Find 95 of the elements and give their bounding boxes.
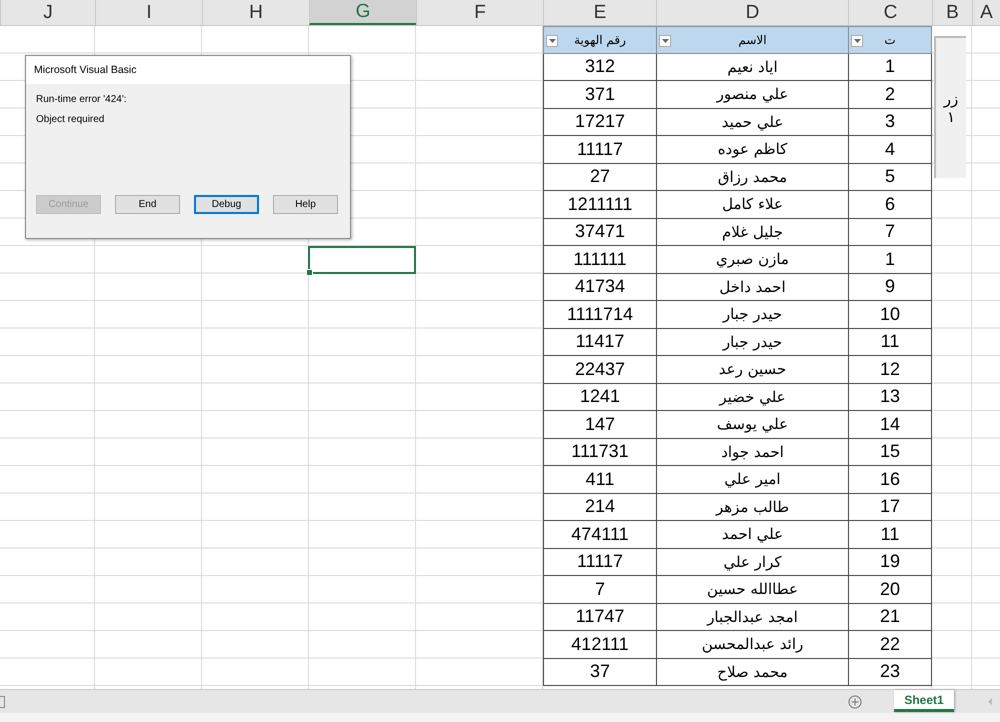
table-cell: حيدر جبار <box>656 328 848 356</box>
table-cell: 16 <box>848 466 932 494</box>
table-cell: 22 <box>848 631 932 658</box>
table-cell: كاظم عوده <box>656 136 848 164</box>
table-cell: 11747 <box>543 604 656 631</box>
table-cell: علي خضير <box>656 384 848 411</box>
table-cell: رائد عبدالمحسن <box>656 631 848 658</box>
table-header-cell: رقم الهوية <box>543 26 656 54</box>
table-cell: محمد رزاق <box>656 164 848 191</box>
dialog-button[interactable]: Help <box>273 195 338 214</box>
column-header[interactable]: D <box>656 0 848 25</box>
column-header[interactable]: J <box>0 0 95 25</box>
table-cell: كرار علي <box>656 548 848 576</box>
table-cell: 11117 <box>543 136 656 164</box>
table-cell: مازن صبري <box>656 246 848 274</box>
table-cell: علي احمد <box>656 521 848 548</box>
table-cell: علي يوسف <box>656 411 848 438</box>
table-cell: 7 <box>848 218 932 246</box>
filter-dropdown-icon[interactable] <box>659 35 671 47</box>
table-cell: 1211111 <box>543 191 656 218</box>
table-cell: طالب مزهر <box>656 494 848 521</box>
table-cell: 41734 <box>543 274 656 301</box>
table-cell: 12 <box>848 356 932 384</box>
table-cell: 6 <box>848 191 932 218</box>
active-cell[interactable] <box>308 246 416 274</box>
filter-dropdown-icon[interactable] <box>851 35 863 47</box>
table-cell: 11117 <box>543 548 656 576</box>
table-cell: 412111 <box>543 631 656 658</box>
table-cell: احمد جواد <box>656 438 848 466</box>
table-cell: 3 <box>848 108 932 136</box>
table-cell: 17 <box>848 494 932 521</box>
column-header[interactable]: G <box>309 0 416 25</box>
table-cell: علي منصور <box>656 81 848 108</box>
table-cell: 1241 <box>543 384 656 411</box>
table-cell: 13 <box>848 384 932 411</box>
sheet-tab[interactable]: Sheet1 <box>894 690 954 712</box>
table-cell: 11417 <box>543 328 656 356</box>
table-cell: 214 <box>543 494 656 521</box>
table-cell: 37 <box>543 658 656 686</box>
table-cell: 22437 <box>543 356 656 384</box>
table-cell: 9 <box>848 274 932 301</box>
table-cell: 11 <box>848 521 932 548</box>
table-cell: 312 <box>543 54 656 81</box>
table-cell: 27 <box>543 164 656 191</box>
table-cell: حيدر جبار <box>656 301 848 328</box>
form-button[interactable]: زر ١ <box>934 36 966 178</box>
table-cell: 2 <box>848 81 932 108</box>
table-cell: جليل غلام <box>656 218 848 246</box>
table-cell: حسين رعد <box>656 356 848 384</box>
table-cell: 21 <box>848 604 932 631</box>
table-cell: امير علي <box>656 466 848 494</box>
add-sheet-icon[interactable] <box>848 694 862 708</box>
dialog-button[interactable]: Debug <box>194 195 259 214</box>
table-cell: 14 <box>848 411 932 438</box>
table-cell: 1111714 <box>543 301 656 328</box>
error-message: Object required <box>36 114 106 125</box>
table-cell: 7 <box>543 576 656 604</box>
table-cell: 111111 <box>543 246 656 274</box>
table-cell: 4 <box>848 136 932 164</box>
column-header[interactable]: H <box>202 0 309 25</box>
table-cell: 411 <box>543 466 656 494</box>
column-header[interactable]: A <box>972 0 1000 25</box>
table-cell: 17217 <box>543 108 656 136</box>
table-cell: 15 <box>848 438 932 466</box>
table-cell: 111731 <box>543 438 656 466</box>
table-cell: 147 <box>543 411 656 438</box>
table-cell: اياد نعيم <box>656 54 848 81</box>
table-cell: 5 <box>848 164 932 191</box>
table-cell: 1 <box>848 246 932 274</box>
table-header-cell: ت <box>848 26 932 54</box>
column-header[interactable]: C <box>848 0 932 25</box>
table-cell: 37471 <box>543 218 656 246</box>
column-header[interactable]: E <box>543 0 656 25</box>
table-cell: عطاالله حسين <box>656 576 848 604</box>
table-cell: احمد داخل <box>656 274 848 301</box>
table-cell: 19 <box>848 548 932 576</box>
dialog-title: Microsoft Visual Basic <box>26 56 350 84</box>
table-cell: 20 <box>848 576 932 604</box>
column-header[interactable]: B <box>932 0 972 25</box>
table-cell: 23 <box>848 658 932 686</box>
table-header-cell: الاسم <box>656 26 848 54</box>
table-cell: علاء كامل <box>656 191 848 218</box>
filter-dropdown-icon[interactable] <box>546 35 558 47</box>
table-cell: علي حميد <box>656 108 848 136</box>
table-cell: امجد عبدالجبار <box>656 604 848 631</box>
column-header[interactable]: I <box>95 0 202 25</box>
table-cell: 10 <box>848 301 932 328</box>
table-cell: 1 <box>848 54 932 81</box>
error-message: Run-time error '424': <box>36 94 128 105</box>
table-cell: 11 <box>848 328 932 356</box>
table-cell: محمد صلاح <box>656 658 848 686</box>
table-cell: 474111 <box>543 521 656 548</box>
dialog-button[interactable]: End <box>115 195 180 214</box>
scroll-handle-icon[interactable] <box>0 696 5 708</box>
table-cell: 371 <box>543 81 656 108</box>
